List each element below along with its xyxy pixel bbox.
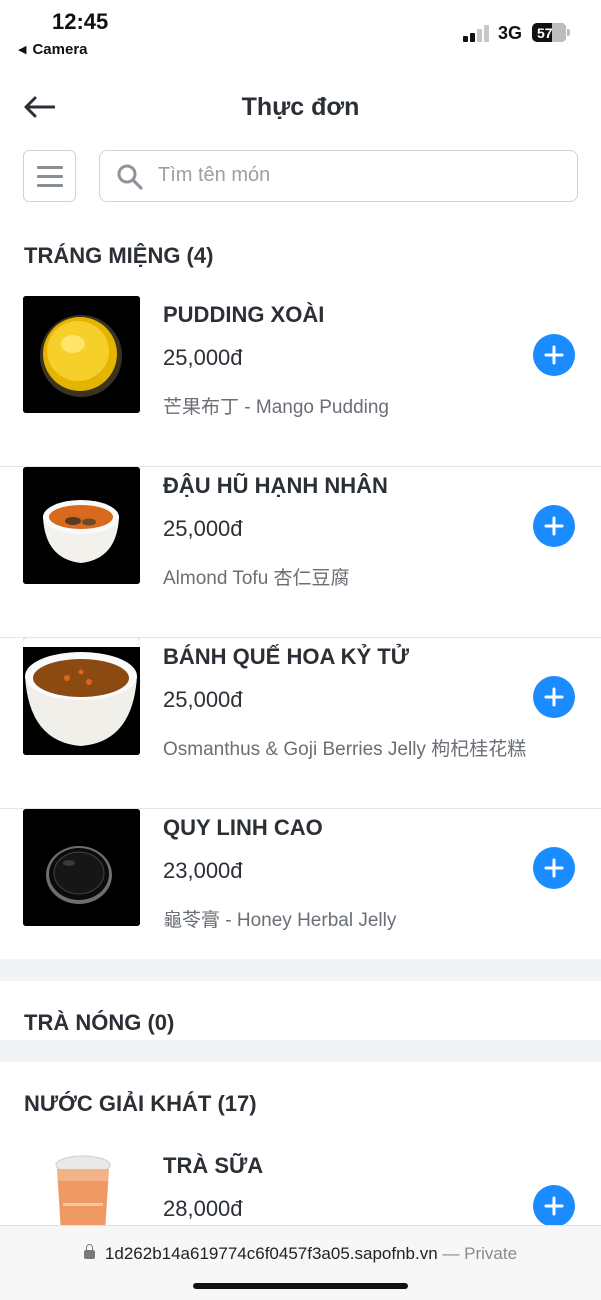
search-box[interactable] — [99, 150, 578, 202]
status-bar: 12:45 ◀ Camera 3G 57 — [0, 0, 601, 70]
battery-level: 57 — [537, 24, 553, 41]
private-label: — Private — [442, 1244, 518, 1263]
battery-icon: 57 — [532, 23, 566, 42]
url-text: 1d262b14a619774c6f0457f3a05.sapofnb.vn — [104, 1244, 438, 1263]
add-to-cart-button[interactable] — [533, 334, 575, 376]
menu-item[interactable]: BÁNH QUẾ HOA KỶ TỬ 25,000đ Osmanthus & G… — [0, 638, 601, 809]
item-name: PUDDING XOÀI — [163, 302, 325, 327]
item-price: 25,000đ — [163, 687, 243, 712]
item-image — [23, 809, 140, 926]
plus-icon — [544, 858, 564, 878]
section-title-hot-tea: TRÀ NÓNG (0) — [24, 1010, 175, 1035]
lock-icon — [83, 1244, 95, 1259]
add-to-cart-button[interactable] — [533, 1185, 575, 1227]
category-menu-button[interactable] — [23, 150, 76, 202]
add-to-cart-button[interactable] — [533, 505, 575, 547]
status-time: 12:45 — [52, 9, 109, 34]
browser-address-bar[interactable]: 1d262b14a619774c6f0457f3a05.sapofnb.vn —… — [0, 1225, 601, 1300]
home-indicator[interactable] — [193, 1283, 408, 1289]
item-name: ĐẬU HŨ HẠNH NHÂN — [163, 473, 388, 498]
menu-page: 12:45 ◀ Camera 3G 57 Thực đơn Tìm tên mó… — [0, 0, 601, 1300]
item-price: 23,000đ — [163, 858, 243, 883]
item-description: Osmanthus & Goji Berries Jelly 枸杞桂花糕 — [163, 739, 527, 760]
section-title-beverages: NƯỚC GIẢI KHÁT (17) — [24, 1091, 257, 1116]
section-spacer — [0, 1040, 601, 1062]
add-to-cart-button[interactable] — [533, 676, 575, 718]
back-app-label: Camera — [32, 41, 88, 58]
page-title: Thực đơn — [241, 93, 360, 121]
signal-strength-icon — [463, 24, 491, 42]
plus-icon — [544, 1196, 564, 1216]
item-price: 25,000đ — [163, 516, 243, 541]
item-image — [23, 467, 140, 584]
item-image — [23, 638, 140, 755]
network-type: 3G — [498, 23, 523, 43]
search-icon — [116, 163, 144, 191]
item-description: 芒果布丁 - Mango Pudding — [163, 397, 389, 418]
item-price: 28,000đ — [163, 1196, 243, 1221]
back-to-app-link[interactable]: ◀ Camera — [18, 41, 88, 58]
menu-item[interactable]: QUY LINH CAO 23,000đ 龜苓膏 - Honey Herbal … — [0, 809, 601, 980]
url-row[interactable]: 1d262b14a619774c6f0457f3a05.sapofnb.vn —… — [0, 1244, 601, 1264]
item-name: TRÀ SỮA — [163, 1153, 264, 1178]
section-spacer — [0, 959, 601, 981]
battery-cap — [567, 29, 570, 36]
plus-icon — [544, 345, 564, 365]
item-name: BÁNH QUẾ HOA KỶ TỬ — [163, 644, 409, 669]
search-input[interactable] — [158, 151, 558, 200]
menu-item[interactable]: PUDDING XOÀI 25,000đ 芒果布丁 - Mango Puddin… — [0, 296, 601, 467]
add-to-cart-button[interactable] — [533, 847, 575, 889]
page-header: Thực đơn — [0, 80, 601, 136]
item-name: QUY LINH CAO — [163, 815, 323, 840]
hamburger-icon — [36, 165, 63, 169]
item-description: Almond Tofu 杏仁豆腐 — [163, 568, 350, 589]
plus-icon — [544, 687, 564, 707]
section-title-desserts: TRÁNG MIỆNG (4) — [24, 243, 214, 268]
plus-icon — [544, 516, 564, 536]
menu-item[interactable]: ĐẬU HŨ HẠNH NHÂN 25,000đ Almond Tofu 杏仁豆… — [0, 467, 601, 638]
item-image — [23, 296, 140, 413]
item-description: 龜苓膏 - Honey Herbal Jelly — [163, 910, 397, 931]
item-price: 25,000đ — [163, 345, 243, 370]
back-triangle-icon: ◀ — [18, 44, 27, 56]
